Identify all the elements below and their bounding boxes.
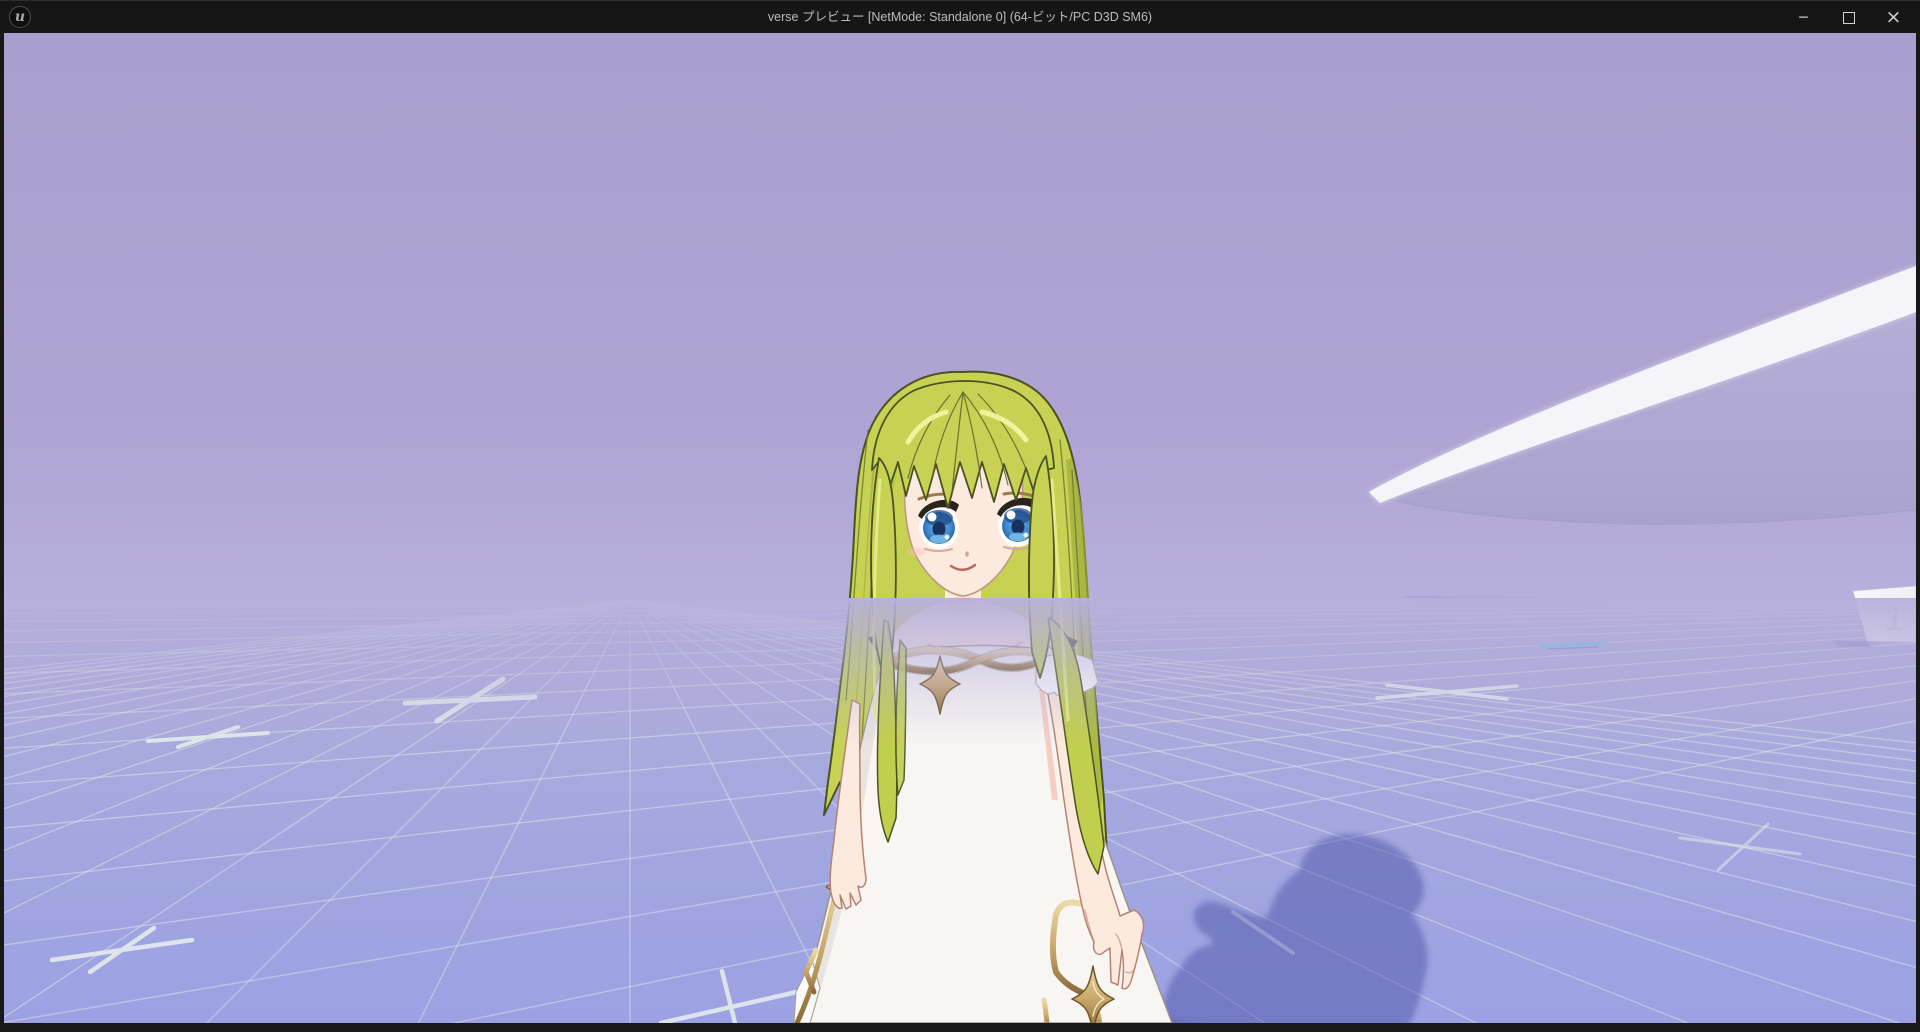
maximize-icon — [1843, 12, 1855, 24]
logo-glyph: u — [15, 10, 25, 24]
nose — [965, 551, 969, 557]
app-window: u verse プレビュー [NetMode: Standalone 0] (6… — [0, 0, 1920, 1032]
3d-scene: 1 — [4, 33, 1916, 1023]
horizon-fog — [4, 598, 1916, 745]
minimize-button[interactable]: ─ — [1781, 1, 1826, 34]
minimize-icon: ─ — [1799, 10, 1807, 26]
close-button[interactable]: × — [1871, 1, 1916, 34]
close-icon: × — [1886, 8, 1902, 27]
unreal-engine-logo-icon: u — [9, 6, 31, 28]
titlebar: u verse プレビュー [NetMode: Standalone 0] (6… — [0, 0, 1920, 33]
window-title: verse プレビュー [NetMode: Standalone 0] (64-… — [768, 1, 1152, 34]
window-controls: ─ × — [1781, 1, 1916, 34]
maximize-button[interactable] — [1826, 1, 1871, 34]
game-viewport[interactable]: 1 — [4, 33, 1916, 1023]
